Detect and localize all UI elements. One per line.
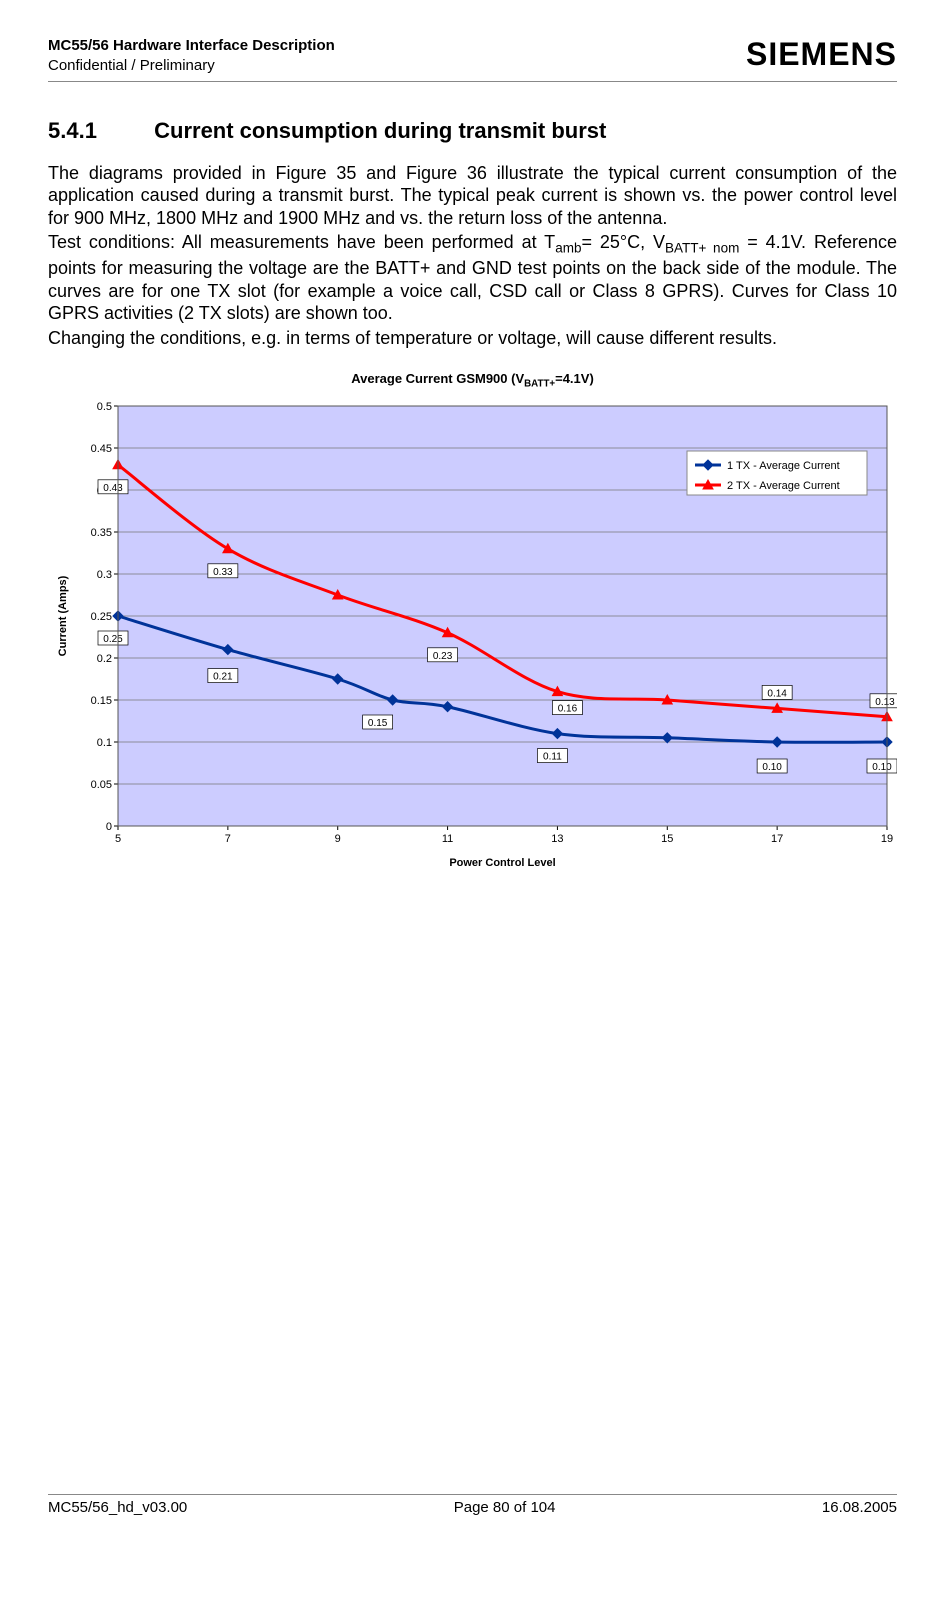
svg-text:17: 17 [771, 833, 783, 845]
svg-text:0.3: 0.3 [97, 569, 112, 581]
paragraph-1: The diagrams provided in Figure 35 and F… [48, 162, 897, 230]
svg-text:19: 19 [881, 833, 893, 845]
siemens-logo: SIEMENS [746, 36, 897, 73]
page-header: MC55/56 Hardware Interface Description C… [48, 36, 897, 82]
chart-title: Average Current GSM900 (VBATT+=4.1V) [48, 371, 897, 390]
svg-text:0.11: 0.11 [543, 752, 562, 763]
svg-text:7: 7 [225, 833, 231, 845]
svg-text:13: 13 [551, 833, 563, 845]
svg-text:0.2: 0.2 [97, 653, 112, 665]
svg-text:Current (Amps): Current (Amps) [57, 575, 69, 656]
svg-text:Power Control Level: Power Control Level [449, 857, 555, 869]
svg-text:0.21: 0.21 [213, 672, 233, 683]
footer-center: Page 80 of 104 [454, 1499, 556, 1516]
svg-text:0.1: 0.1 [97, 737, 112, 749]
svg-text:0: 0 [106, 821, 112, 833]
svg-text:0.23: 0.23 [433, 651, 453, 662]
svg-text:5: 5 [115, 833, 121, 845]
paragraph-3: Changing the conditions, e.g. in terms o… [48, 327, 897, 350]
section-number: 5.4.1 [48, 118, 148, 144]
svg-text:0.43: 0.43 [103, 483, 123, 494]
svg-text:0.13: 0.13 [875, 697, 895, 708]
svg-text:0.35: 0.35 [91, 527, 112, 539]
page-footer: MC55/56_hd_v03.00 Page 80 of 104 16.08.2… [48, 1494, 897, 1516]
svg-text:11: 11 [442, 833, 453, 845]
chart-svg: 00.050.10.150.20.250.30.350.40.450.55791… [48, 396, 897, 876]
svg-text:0.05: 0.05 [91, 779, 112, 791]
chart: 00.050.10.150.20.250.30.350.40.450.55791… [48, 396, 897, 876]
svg-text:1 TX - Average Current: 1 TX - Average Current [727, 460, 840, 472]
doc-confidentiality: Confidential / Preliminary [48, 56, 335, 76]
svg-text:0.25: 0.25 [103, 634, 123, 645]
svg-text:15: 15 [661, 833, 673, 845]
svg-text:0.33: 0.33 [213, 567, 233, 578]
svg-text:0.15: 0.15 [91, 695, 112, 707]
section-title: Current consumption during transmit burs… [154, 118, 606, 143]
doc-title: MC55/56 Hardware Interface Description [48, 36, 335, 56]
svg-text:0.45: 0.45 [91, 443, 112, 455]
section-heading: 5.4.1 Current consumption during transmi… [48, 118, 897, 144]
svg-text:0.14: 0.14 [767, 688, 787, 699]
svg-text:0.5: 0.5 [97, 401, 112, 413]
svg-text:0.16: 0.16 [558, 704, 578, 715]
footer-right: 16.08.2005 [822, 1499, 897, 1516]
footer-left: MC55/56_hd_v03.00 [48, 1499, 187, 1516]
paragraph-2: Test conditions: All measurements have b… [48, 231, 897, 325]
svg-text:0.10: 0.10 [762, 762, 782, 773]
svg-text:2 TX - Average Current: 2 TX - Average Current [727, 480, 840, 492]
svg-text:0.15: 0.15 [368, 718, 388, 729]
svg-text:0.10: 0.10 [872, 762, 892, 773]
svg-text:0.25: 0.25 [91, 611, 112, 623]
svg-text:9: 9 [335, 833, 341, 845]
